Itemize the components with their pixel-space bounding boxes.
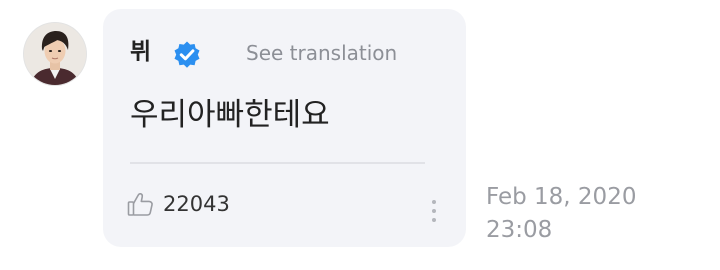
like-button[interactable]: 22043 — [127, 191, 230, 217]
vertical-ellipsis-icon[interactable] — [428, 198, 440, 224]
comment-bubble: 뷔 See translation 우리아빠한테요 22043 — [103, 9, 466, 247]
comment-time: 23:08 — [486, 217, 553, 243]
thumbs-up-icon — [127, 192, 153, 216]
divider — [130, 162, 425, 164]
like-count: 22043 — [163, 192, 230, 216]
comment-author-name[interactable]: 뷔 — [130, 38, 151, 66]
see-translation-link[interactable]: See translation — [246, 40, 397, 66]
comment-thread: 뷔 See translation 우리아빠한테요 22043 Feb 18, … — [0, 0, 720, 270]
comment-date: Feb 18, 2020 — [486, 184, 637, 210]
comment-timestamp: Feb 18, 2020 23:08 — [486, 181, 636, 247]
comment-text: 우리아빠한테요 — [130, 97, 330, 133]
user-avatar-photo — [24, 23, 86, 85]
avatar[interactable] — [24, 23, 86, 85]
verified-badge-icon — [174, 41, 200, 68]
